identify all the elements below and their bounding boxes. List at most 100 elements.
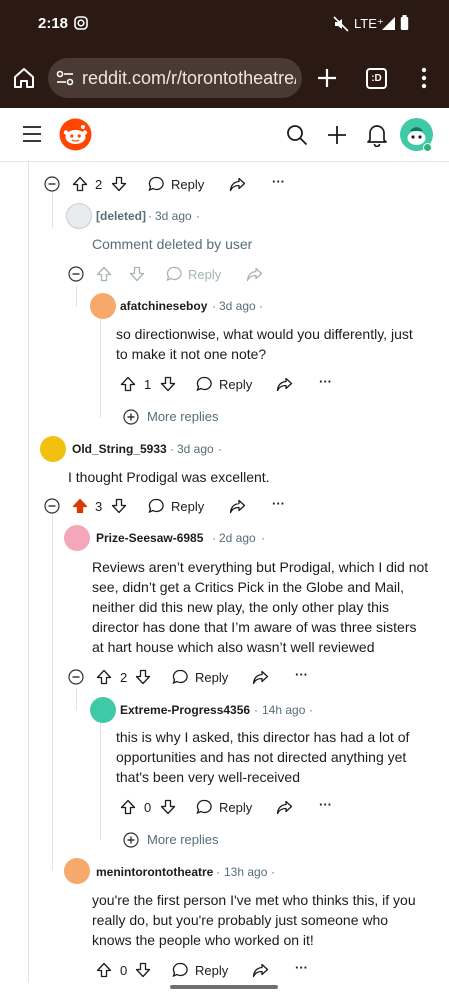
reply-button[interactable]: Reply	[195, 670, 228, 685]
username[interactable]: Old_String_5933	[72, 442, 167, 456]
upvote-icon[interactable]	[72, 176, 88, 192]
thread-line	[76, 688, 77, 710]
share-icon[interactable]	[276, 800, 293, 815]
reddit-logo[interactable]	[59, 118, 92, 151]
separator-dot: ·	[259, 299, 263, 313]
tab-switcher-button[interactable]: :D	[366, 68, 387, 89]
more-options-icon[interactable]: ···	[272, 496, 285, 511]
collapse-icon[interactable]	[44, 498, 60, 514]
reply-icon[interactable]	[148, 498, 165, 514]
more-options-icon[interactable]: ···	[272, 174, 285, 189]
reply-button[interactable]: Reply	[219, 377, 252, 392]
more-options-icon[interactable]: ···	[319, 374, 332, 389]
reply-button[interactable]: Reply	[195, 963, 228, 978]
notification-bell-icon[interactable]	[366, 123, 388, 147]
reply-icon[interactable]	[196, 376, 213, 392]
separator-dot: ·	[271, 865, 275, 879]
vote-count: 0	[144, 800, 152, 815]
timestamp: 3d ago	[177, 442, 214, 456]
avatar	[66, 203, 92, 229]
more-replies-link[interactable]: More replies	[147, 832, 219, 847]
downvote-icon[interactable]	[111, 498, 127, 514]
comment-body: you're the first person I've met who thi…	[92, 892, 416, 948]
reply-button[interactable]: Reply	[171, 177, 204, 192]
reply-icon[interactable]	[172, 669, 189, 685]
share-icon[interactable]	[229, 177, 246, 192]
new-tab-icon[interactable]	[316, 67, 338, 89]
share-icon[interactable]	[252, 670, 269, 685]
site-settings-icon[interactable]	[56, 70, 74, 86]
avatar[interactable]	[64, 525, 90, 551]
comment-body: I thought Prodigal was excellent.	[68, 469, 270, 485]
more-replies-icon[interactable]	[123, 409, 139, 425]
share-icon[interactable]	[229, 499, 246, 514]
home-indicator[interactable]	[170, 985, 278, 989]
separator-dot: ·	[309, 703, 313, 717]
status-time: 2:18	[38, 15, 69, 32]
timestamp: 13h ago	[224, 865, 268, 879]
thread-line	[52, 192, 53, 228]
avatar[interactable]	[40, 436, 66, 462]
reply-icon[interactable]	[172, 962, 189, 978]
upvote-icon	[96, 266, 112, 282]
more-replies-link[interactable]: More replies	[147, 409, 219, 424]
search-icon[interactable]	[286, 124, 308, 146]
separator-dot: ·	[216, 865, 220, 879]
hamburger-icon[interactable]	[22, 125, 42, 143]
share-icon[interactable]	[252, 963, 269, 978]
online-status-dot	[423, 143, 432, 152]
downvote-icon[interactable]	[135, 962, 151, 978]
reply-button[interactable]: Reply	[171, 499, 204, 514]
separator-dot: ·	[148, 209, 152, 223]
kebab-menu-icon[interactable]	[420, 67, 428, 89]
more-replies-icon[interactable]	[123, 832, 139, 848]
home-icon[interactable]	[12, 66, 36, 90]
downvote-icon[interactable]	[135, 669, 151, 685]
upvote-active-icon[interactable]	[72, 498, 88, 514]
timestamp: 2d ago	[219, 531, 256, 545]
instagram-icon	[74, 16, 88, 30]
upvote-icon[interactable]	[96, 669, 112, 685]
collapse-icon[interactable]	[68, 266, 84, 282]
share-icon	[246, 267, 263, 282]
downvote-icon[interactable]	[160, 799, 176, 815]
reply-icon[interactable]	[196, 799, 213, 815]
reply-button[interactable]: Reply	[219, 800, 252, 815]
reply-icon	[166, 266, 182, 282]
thread-line	[52, 515, 53, 870]
avatar[interactable]	[64, 858, 90, 884]
thread-line	[100, 318, 101, 418]
upvote-icon[interactable]	[120, 376, 136, 392]
avatar[interactable]	[90, 293, 116, 319]
collapse-icon[interactable]	[68, 669, 84, 685]
mute-icon	[333, 16, 349, 32]
avatar[interactable]	[90, 697, 116, 723]
comment-body: this is why I asked, this director has h…	[116, 729, 410, 785]
reply-button: Reply	[188, 267, 222, 282]
share-icon[interactable]	[276, 377, 293, 392]
username[interactable]: menintorontotheatre	[96, 865, 213, 879]
downvote-icon[interactable]	[160, 376, 176, 392]
more-options-icon[interactable]: ···	[319, 797, 332, 812]
signal-icon	[382, 17, 395, 30]
more-options-icon[interactable]: ···	[295, 960, 308, 975]
url-text[interactable]: reddit.com/r/torontotheatre/c	[82, 68, 296, 89]
username[interactable]: afatchineseboy	[120, 299, 207, 313]
downvote-icon[interactable]	[111, 176, 127, 192]
separator-dot: ·	[196, 209, 200, 223]
thread-line	[28, 162, 29, 982]
username[interactable]: Prize-Seesaw-6985	[96, 531, 203, 545]
network-label: LTE⁺	[354, 16, 384, 31]
reply-icon[interactable]	[148, 176, 165, 192]
more-options-icon[interactable]: ···	[295, 667, 308, 682]
username[interactable]: Extreme-Progress4356	[120, 703, 250, 717]
create-post-icon[interactable]	[326, 124, 348, 146]
upvote-icon[interactable]	[120, 799, 136, 815]
username[interactable]: [deleted]	[96, 209, 146, 223]
tab-switcher-label: :D	[371, 73, 382, 84]
downvote-icon	[129, 266, 145, 282]
upvote-icon[interactable]	[96, 962, 112, 978]
collapse-icon[interactable]	[44, 176, 60, 192]
comment-body: Comment deleted by user	[92, 236, 253, 252]
timestamp: 3d ago	[155, 209, 192, 223]
